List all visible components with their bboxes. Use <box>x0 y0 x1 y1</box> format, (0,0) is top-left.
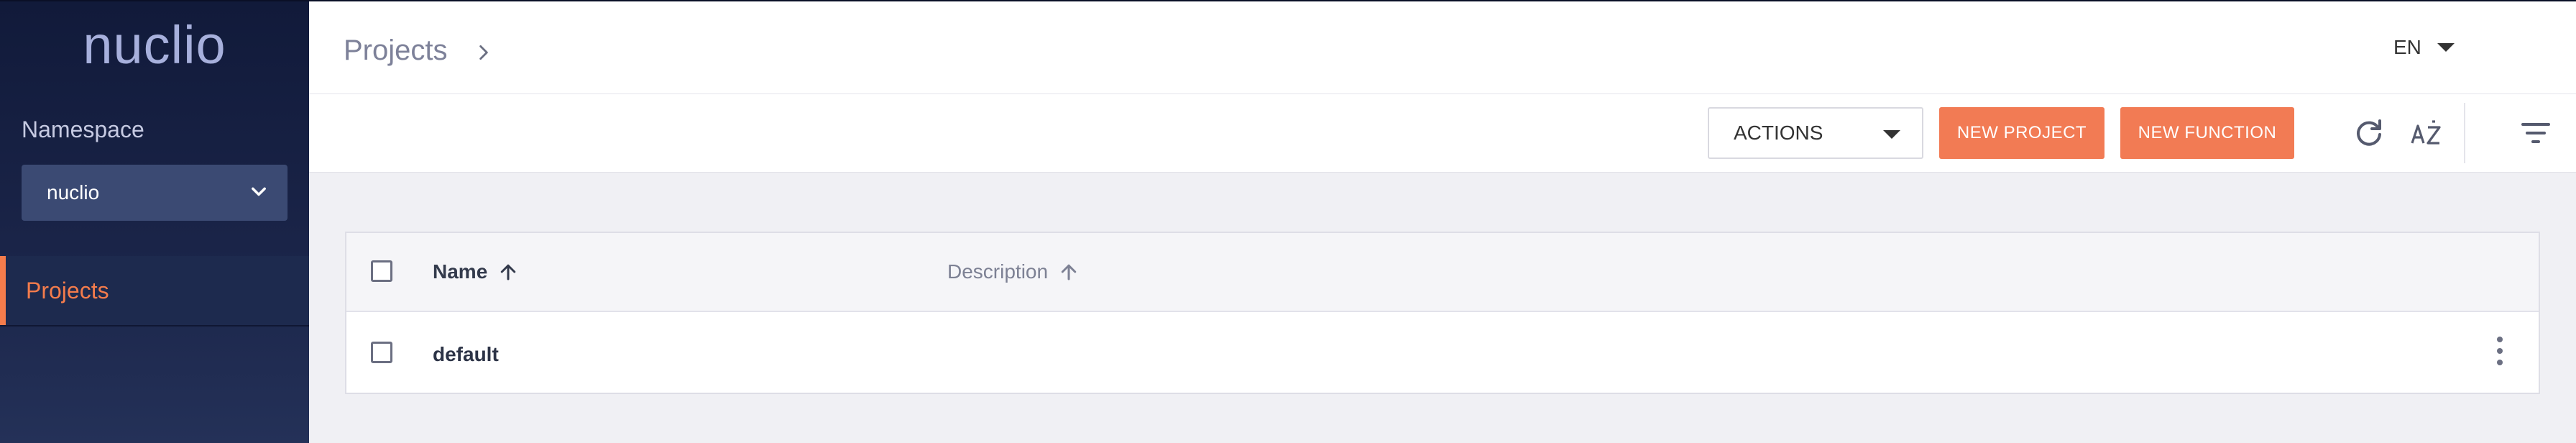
actions-label: ACTIONS <box>1734 122 1823 144</box>
arrow-up-icon <box>1061 264 1077 280</box>
toolbar-divider <box>2464 103 2465 163</box>
namespace-select[interactable]: nuclio <box>22 165 288 221</box>
new-function-button[interactable]: NEW FUNCTION <box>2120 107 2294 159</box>
sort-az-icon[interactable] <box>2409 116 2444 150</box>
breadcrumb[interactable]: Projects <box>344 35 448 67</box>
namespace-label: Namespace <box>22 117 144 142</box>
projects-table: Name Description default <box>345 232 2540 394</box>
filter-icon[interactable] <box>2518 116 2553 150</box>
sidebar-divider <box>0 325 309 326</box>
sidebar-item-label: Projects <box>26 277 109 303</box>
table-header: Name Description <box>346 233 2539 312</box>
select-all-checkbox[interactable] <box>371 260 392 282</box>
column-label: Description <box>947 260 1049 283</box>
column-label: Name <box>433 260 488 283</box>
project-name[interactable]: default <box>433 343 499 366</box>
new-project-button[interactable]: NEW PROJECT <box>1939 107 2104 159</box>
column-header-description[interactable]: Description <box>947 260 1080 283</box>
row-checkbox[interactable] <box>371 342 392 363</box>
actions-dropdown[interactable]: ACTIONS <box>1708 107 1923 159</box>
arrow-up-icon <box>501 264 516 280</box>
caret-down-icon <box>2437 43 2455 52</box>
main-content: Projects EN ACTIONS NEW PROJECT NEW FUNC… <box>309 0 2576 442</box>
namespace-value: nuclio <box>47 181 100 204</box>
chevron-down-icon <box>252 187 266 196</box>
chevron-right-icon <box>479 45 488 60</box>
language-value: EN <box>2393 36 2421 58</box>
more-vertical-icon[interactable] <box>2496 335 2504 367</box>
language-select[interactable]: EN <box>2393 36 2455 59</box>
column-header-name[interactable]: Name <box>433 260 519 283</box>
caret-down-icon <box>1883 130 1900 139</box>
sidebar: nuclio Namespace nuclio Projects <box>0 0 309 443</box>
header: Projects EN <box>309 0 2576 93</box>
app-logo: nuclio <box>83 15 226 75</box>
refresh-icon[interactable] <box>2352 116 2386 150</box>
sidebar-item-projects[interactable]: Projects <box>0 256 309 325</box>
toolbar: ACTIONS NEW PROJECT NEW FUNCTION <box>309 93 2576 173</box>
